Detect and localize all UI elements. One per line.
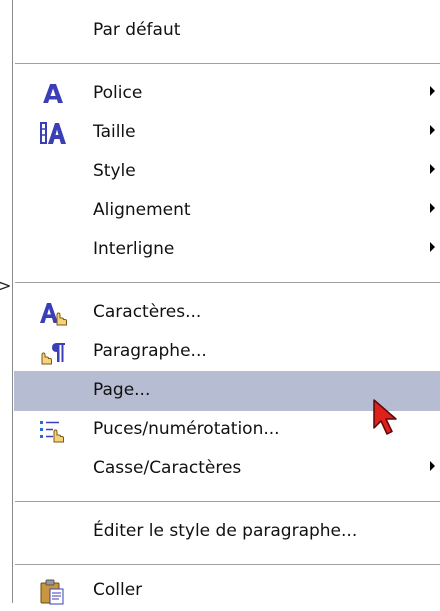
menu-separator — [15, 282, 440, 284]
font-icon: A — [43, 80, 64, 110]
menu-item-label: Par défaut — [93, 20, 181, 40]
font-size-icon — [39, 121, 69, 147]
submenu-arrow-icon — [430, 125, 435, 135]
menu-item-style[interactable]: Style — [14, 152, 440, 192]
menu-item-label: Coller — [93, 580, 143, 600]
menu-item-label: Alignement — [93, 200, 191, 220]
menu-item-caracteres[interactable]: Caractères... — [14, 293, 440, 333]
menu-separator — [15, 501, 440, 503]
menu-item-label: Taille — [93, 122, 136, 142]
submenu-arrow-icon — [430, 86, 435, 96]
submenu-arrow-icon — [430, 203, 435, 213]
menu-item-label: Paragraphe... — [93, 341, 207, 361]
menu-item-label: Puces/numérotation... — [93, 419, 280, 439]
menu-item-alignement[interactable]: Alignement — [14, 191, 440, 231]
submenu-arrow-icon — [430, 242, 435, 252]
context-menu: Par défaut A Police Taille Style Alignem… — [12, 0, 440, 605]
menu-item-label: Casse/Caractères — [93, 458, 242, 478]
paste-icon — [39, 579, 69, 605]
menu-item-label: Style — [93, 161, 136, 181]
mouse-pointer-icon — [372, 398, 406, 442]
menu-item-editer-style-paragraphe[interactable]: Éditer le style de paragraphe... — [14, 512, 440, 552]
submenu-pointer-icon: > — [0, 276, 12, 295]
paragraph-icon — [39, 340, 69, 366]
menu-item-interligne[interactable]: Interligne — [14, 230, 440, 270]
menu-item-label: Interligne — [93, 239, 175, 259]
menu-item-police[interactable]: A Police — [14, 74, 440, 114]
menu-separator — [15, 63, 440, 65]
character-icon — [39, 301, 69, 327]
menu-item-casse-caracteres[interactable]: Casse/Caractères — [14, 449, 440, 489]
menu-item-label: Police — [93, 83, 143, 103]
bullets-numbering-icon — [39, 418, 69, 444]
menu-item-paragraphe[interactable]: Paragraphe... — [14, 332, 440, 372]
menu-separator — [15, 564, 440, 566]
menu-item-label: Éditer le style de paragraphe... — [93, 521, 358, 541]
submenu-arrow-icon — [430, 164, 435, 174]
menu-item-coller[interactable]: Coller — [14, 571, 440, 611]
menu-item-par-defaut[interactable]: Par défaut — [14, 11, 440, 51]
menu-item-label: Caractères... — [93, 302, 202, 322]
submenu-arrow-icon — [430, 461, 435, 471]
menu-item-taille[interactable]: Taille — [14, 113, 440, 153]
menu-item-label: Page... — [93, 380, 151, 400]
